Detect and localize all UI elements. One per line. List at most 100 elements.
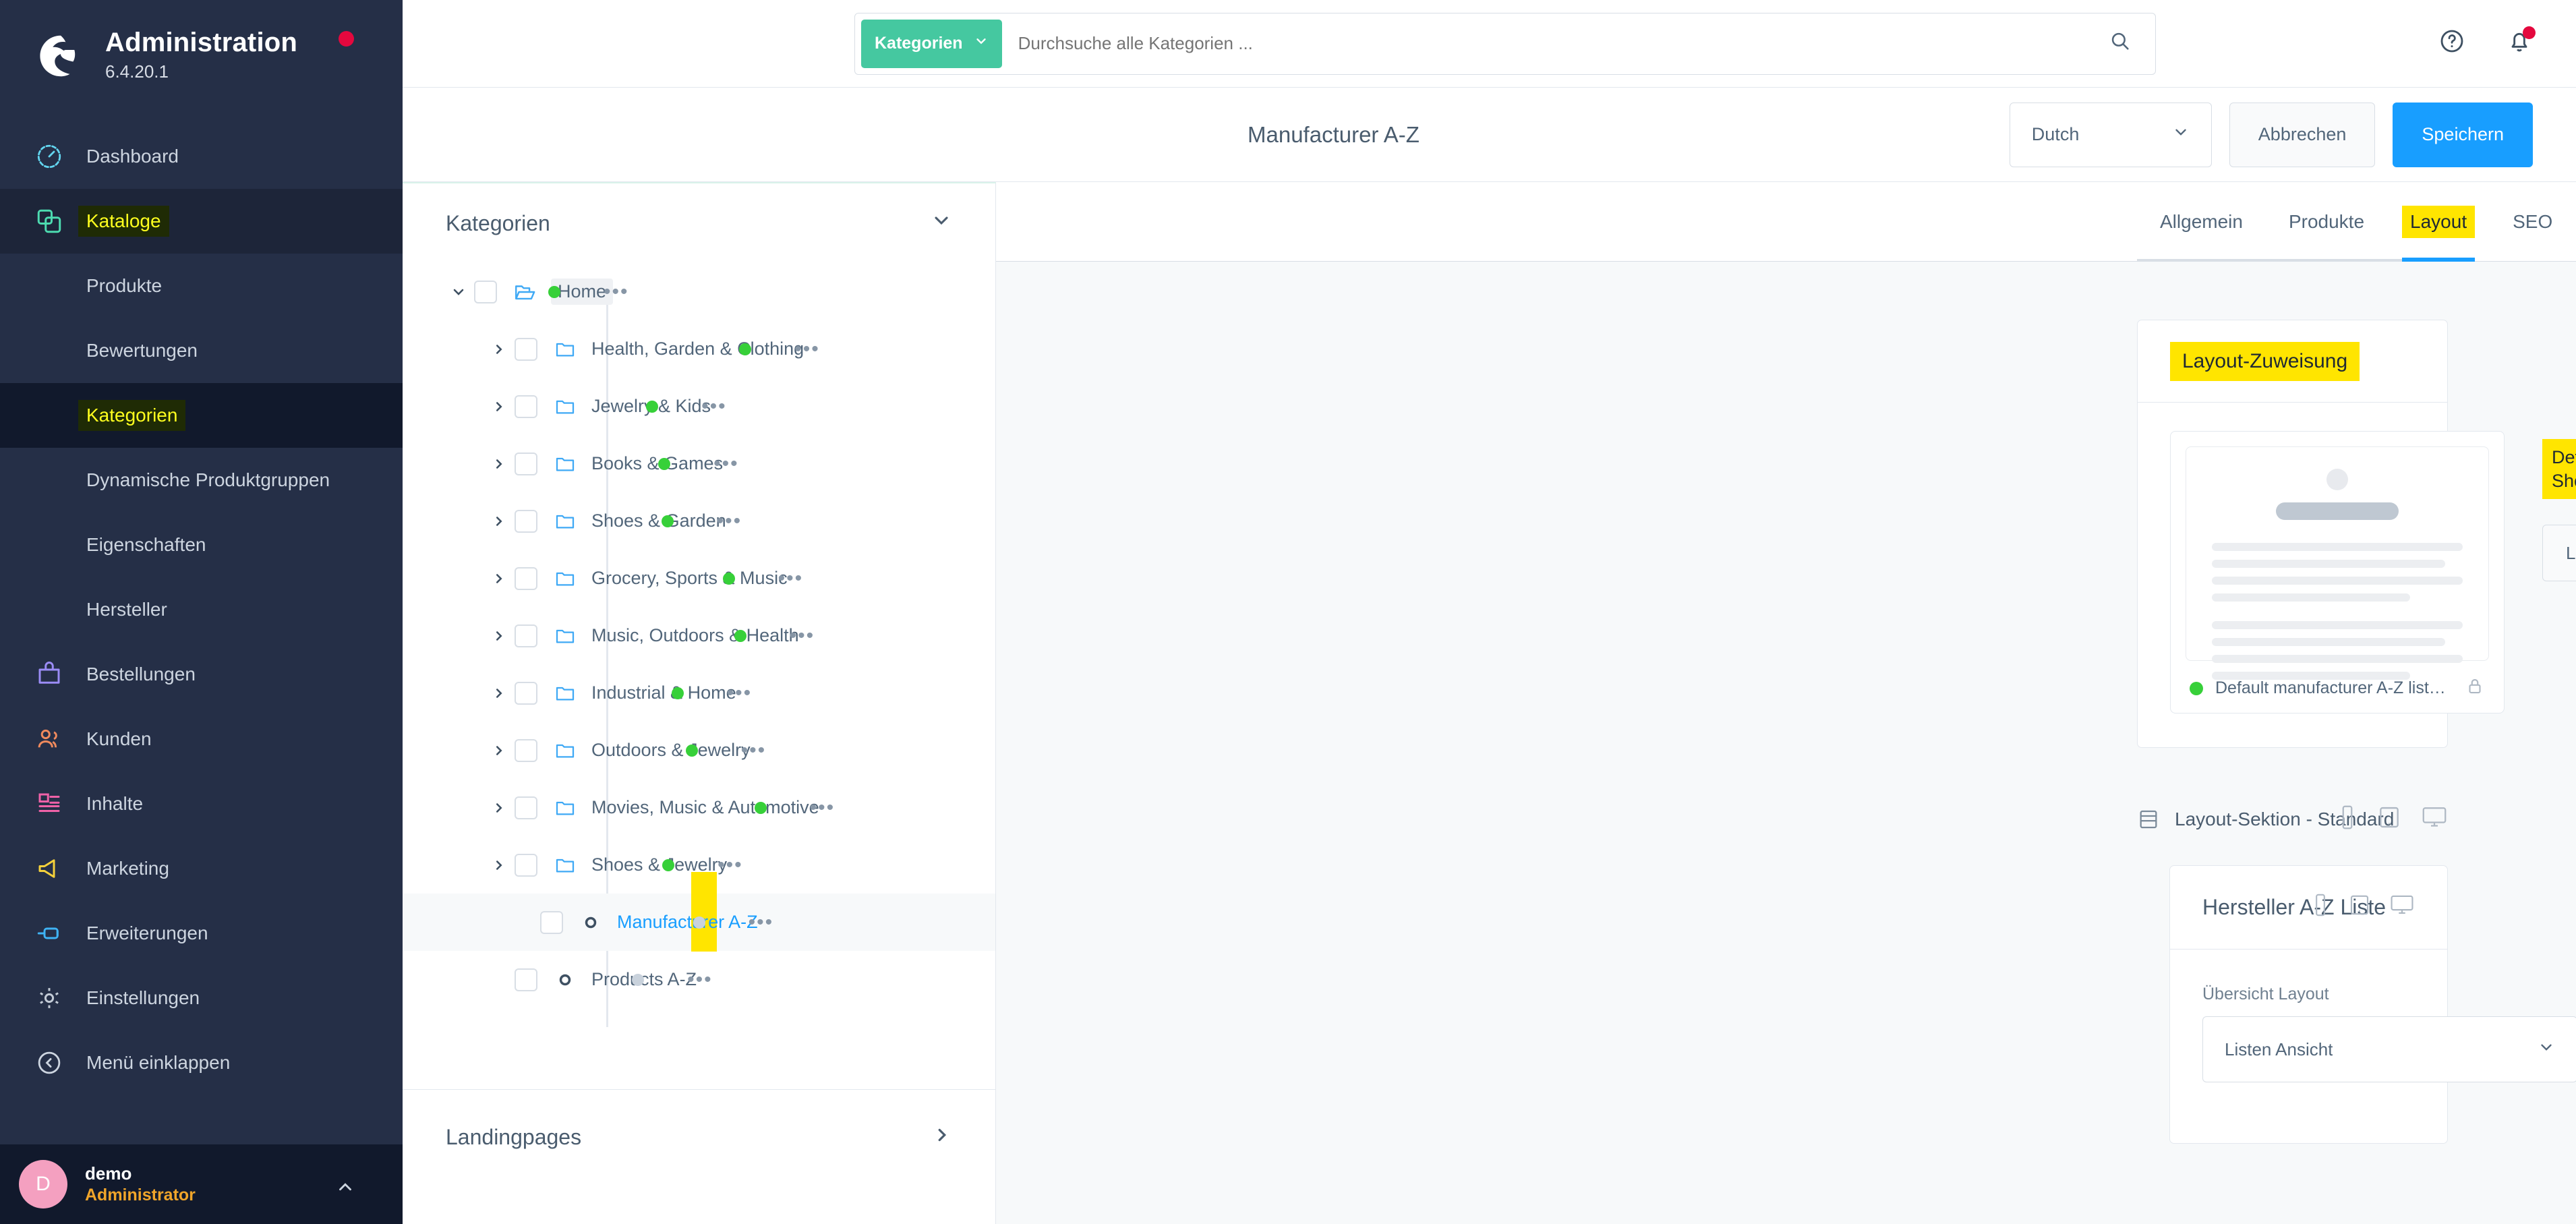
tablet-icon[interactable] bbox=[2376, 805, 2402, 835]
sidebar-item-label: Erweiterungen bbox=[86, 923, 208, 943]
tree-row-checkbox[interactable] bbox=[515, 796, 537, 819]
tree-row-outdoors-jewelry[interactable]: Outdoors & Jewelry ••• bbox=[403, 722, 995, 779]
landingpages-section[interactable]: Landingpages bbox=[403, 1089, 995, 1224]
chevron-right-icon[interactable] bbox=[484, 342, 515, 357]
tree-row-movies-music-automotive[interactable]: Movies, Music & Automotive ••• bbox=[403, 779, 995, 836]
chevron-right-icon[interactable] bbox=[484, 399, 515, 414]
sidebar-item-bestellungen[interactable]: Bestellungen bbox=[0, 642, 403, 707]
tree-row-checkbox[interactable] bbox=[515, 566, 537, 590]
chevron-right-icon[interactable] bbox=[484, 800, 515, 815]
row-context-menu-icon[interactable]: ••• bbox=[717, 511, 742, 531]
save-button[interactable]: Speichern bbox=[2393, 102, 2533, 167]
row-context-menu-icon[interactable]: ••• bbox=[790, 625, 815, 646]
layout-assignment-card: Layout-Zuweisung Default manufacturer A-… bbox=[2137, 320, 2576, 748]
tree-row-shoes-garden[interactable]: Shoes & Garden ••• bbox=[403, 492, 995, 550]
tree-row-books-games[interactable]: Books & Games ••• bbox=[403, 435, 995, 492]
chevron-right-icon[interactable] bbox=[484, 457, 515, 471]
tree-row-checkbox[interactable] bbox=[515, 738, 537, 762]
row-context-menu-icon[interactable]: ••• bbox=[713, 453, 739, 474]
tree-row-checkbox[interactable] bbox=[515, 853, 537, 877]
tab-seo[interactable]: SEO bbox=[2490, 182, 2575, 262]
sidebar-subitem-dynamische-produktgruppen[interactable]: Dynamische Produktgruppen bbox=[0, 448, 403, 513]
tab-allgemein[interactable]: Allgemein bbox=[2137, 182, 2266, 262]
chevron-down-icon[interactable] bbox=[931, 210, 952, 237]
assigned-layout-highlight: Default manufacturer A-Z listing Shopsei… bbox=[2542, 439, 2576, 500]
tree-row-grocery-sports-music[interactable]: Grocery, Sports & Music ••• bbox=[403, 550, 995, 607]
sidebar-item-kataloge[interactable]: Kataloge bbox=[0, 189, 403, 254]
tree-row-checkbox[interactable] bbox=[515, 452, 537, 475]
tree-row-checkbox[interactable] bbox=[515, 337, 537, 361]
tree-row-health-garden-clothing[interactable]: Health, Garden & Clothing ••• bbox=[403, 320, 995, 378]
topbar-icons bbox=[2438, 26, 2536, 59]
search-scope-button[interactable]: Kategorien bbox=[861, 19, 1002, 68]
row-context-menu-icon[interactable]: ••• bbox=[701, 396, 727, 417]
chevron-right-icon[interactable] bbox=[484, 858, 515, 873]
cancel-button[interactable]: Abbrechen bbox=[2229, 102, 2376, 167]
tree-row-checkbox[interactable] bbox=[515, 681, 537, 705]
mobile-icon[interactable] bbox=[2311, 893, 2330, 922]
sidebar-item-collapse-menu[interactable]: Menü einklappen bbox=[0, 1030, 403, 1095]
desktop-icon[interactable] bbox=[2389, 893, 2415, 922]
row-context-menu-icon[interactable]: ••• bbox=[749, 912, 774, 933]
main-area: Kategorien Durchsuche alle Kategorien ..… bbox=[403, 0, 2576, 1224]
tree-row-checkbox[interactable] bbox=[515, 968, 537, 991]
desktop-icon[interactable] bbox=[2421, 805, 2448, 835]
tree-row-industrial-home[interactable]: Industrial & Home ••• bbox=[403, 664, 995, 722]
search-input[interactable] bbox=[1001, 33, 2109, 54]
row-context-menu-icon[interactable]: ••• bbox=[794, 339, 820, 359]
row-context-menu-icon[interactable]: ••• bbox=[727, 682, 753, 703]
row-context-menu-icon[interactable]: ••• bbox=[741, 740, 767, 761]
tree-row-music-outdoors-health[interactable]: Music, Outdoors & Health ••• bbox=[403, 607, 995, 664]
chevron-right-icon[interactable] bbox=[932, 1125, 952, 1150]
sidebar-subitem-produkte[interactable]: Produkte bbox=[0, 254, 403, 318]
chevron-right-icon[interactable] bbox=[484, 514, 515, 529]
sidebar-item-erweiterungen[interactable]: Erweiterungen bbox=[0, 901, 403, 966]
chevron-right-icon[interactable] bbox=[484, 629, 515, 643]
row-context-menu-icon[interactable]: ••• bbox=[718, 854, 743, 875]
sidebar-item-einstellungen[interactable]: Einstellungen bbox=[0, 966, 403, 1030]
chevron-right-icon[interactable] bbox=[484, 686, 515, 701]
category-tree-header[interactable]: Kategorien bbox=[403, 183, 995, 263]
sidebar-item-marketing[interactable]: Marketing bbox=[0, 836, 403, 901]
tablet-icon[interactable] bbox=[2347, 893, 2372, 922]
chevron-down-icon[interactable] bbox=[443, 284, 474, 300]
language-select[interactable]: Dutch bbox=[2009, 102, 2212, 167]
user-name: demo bbox=[85, 1163, 132, 1184]
bell-icon[interactable] bbox=[2506, 26, 2536, 59]
sidebar-item-dashboard[interactable]: Dashboard bbox=[0, 124, 403, 189]
sidebar-subitem-kategorien[interactable]: Kategorien bbox=[0, 383, 403, 448]
sidebar-item-kunden[interactable]: Kunden bbox=[0, 707, 403, 771]
catalog-icon bbox=[35, 207, 74, 235]
row-context-menu-icon[interactable]: ••• bbox=[687, 969, 713, 990]
tree-row-checkbox[interactable] bbox=[515, 395, 537, 418]
row-context-menu-icon[interactable]: ••• bbox=[778, 568, 804, 589]
tree-row-checkbox[interactable] bbox=[474, 280, 497, 303]
mobile-icon[interactable] bbox=[2337, 805, 2358, 835]
row-context-menu-icon[interactable]: ••• bbox=[810, 797, 836, 818]
tree-row-checkbox[interactable] bbox=[515, 624, 537, 647]
sidebar-subitem-bewertungen[interactable]: Bewertungen bbox=[0, 318, 403, 383]
lock-icon bbox=[2465, 676, 2485, 701]
tree-row-jewelry-kids[interactable]: Jewelry & Kids ••• bbox=[403, 378, 995, 435]
sidebar-item-inhalte[interactable]: Inhalte bbox=[0, 771, 403, 836]
uebersicht-layout-select[interactable]: Listen Ansicht bbox=[2202, 1016, 2576, 1082]
row-context-menu-icon[interactable]: ••• bbox=[604, 281, 629, 302]
change-layout-button[interactable]: Layout ändern bbox=[2542, 525, 2576, 582]
tab-layout[interactable]: Layout bbox=[2387, 182, 2490, 262]
tree-row-checkbox[interactable] bbox=[515, 509, 537, 533]
help-icon[interactable] bbox=[2438, 28, 2465, 59]
category-tree: Home ••• Health, Garden & Clothing ••• J… bbox=[403, 263, 995, 1089]
tab-produkte[interactable]: Produkte bbox=[2266, 182, 2387, 262]
user-menu[interactable]: D demo Administrator bbox=[0, 1144, 403, 1224]
tree-row-products-a-z[interactable]: Products A-Z ••• bbox=[403, 951, 995, 1008]
layout-preview-card[interactable]: Default manufacturer A-Z list… bbox=[2170, 431, 2505, 713]
status-indicator bbox=[739, 343, 752, 355]
tree-row-manufacturer-a-z[interactable]: Manufacturer A-Z ••• bbox=[403, 871, 995, 952]
tree-row-home[interactable]: Home ••• bbox=[403, 263, 995, 320]
search-icon[interactable] bbox=[2109, 30, 2132, 57]
sidebar-subitem-hersteller[interactable]: Hersteller bbox=[0, 577, 403, 642]
chevron-right-icon[interactable] bbox=[484, 571, 515, 586]
sidebar-subitem-eigenschaften[interactable]: Eigenschaften bbox=[0, 513, 403, 577]
tree-row-checkbox[interactable] bbox=[540, 910, 563, 934]
chevron-right-icon[interactable] bbox=[484, 743, 515, 758]
